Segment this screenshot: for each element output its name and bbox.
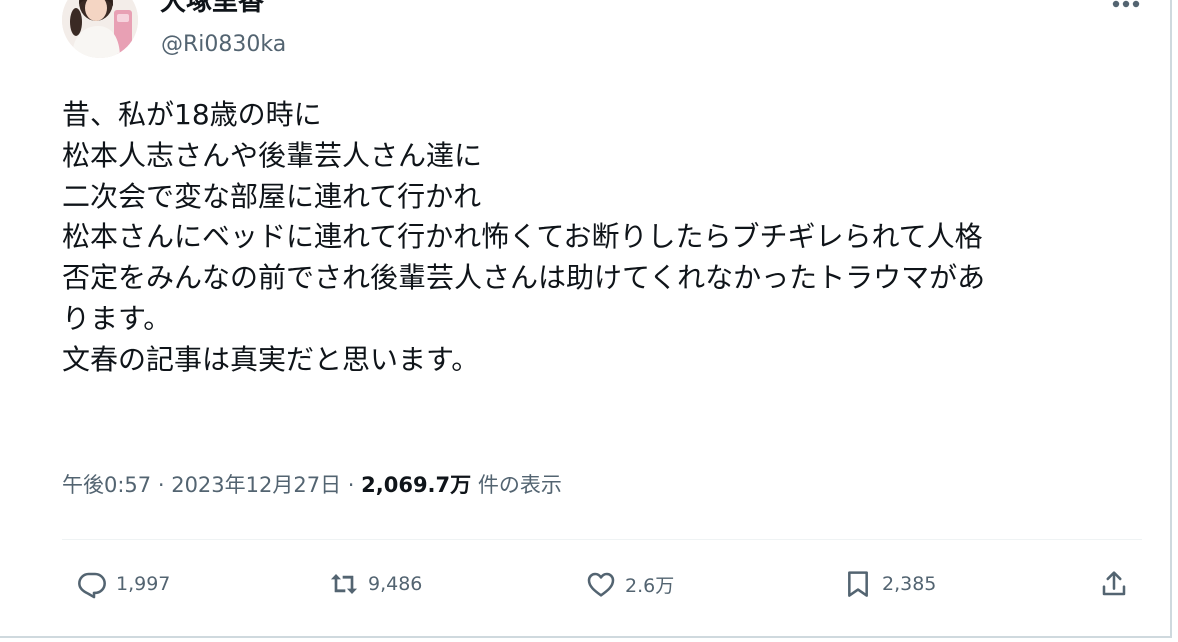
like-button[interactable]: 2.6万 [585, 566, 674, 602]
like-count: 2.6万 [625, 574, 675, 597]
reply-bubble-icon [78, 572, 106, 599]
tweet-meta: 午後0:57 · 2023年12月27日 · 2,069.7万 件の表示 [62, 470, 562, 500]
more-options-button[interactable] [1100, 0, 1150, 20]
bookmark-count: 2,385 [882, 573, 937, 595]
tweet-line: ります。 [62, 301, 172, 335]
retweet-arrows-icon [330, 574, 358, 594]
share-upload-icon [1102, 571, 1126, 596]
tweet-line: 否定をみんなの前でされ後輩芸人さんは助けてくれなかったトラウマがあ [62, 261, 986, 295]
tweet-line: 松本人志さんや後輩芸人さん達に [62, 138, 483, 172]
display-name[interactable]: 大塚里香 [160, 0, 264, 18]
user-handle[interactable]: @Ri0830ka [161, 31, 286, 59]
bookmark-button[interactable]: 2,385 [842, 566, 936, 602]
share-button[interactable] [1098, 566, 1130, 602]
bookmark-icon [848, 571, 868, 597]
views-label: 件の表示 [471, 473, 562, 497]
meta-separator: · [151, 473, 172, 497]
reply-count: 1,997 [116, 573, 171, 595]
tweet-line: 昔、私が18歳の時に [62, 98, 322, 131]
tweet-time[interactable]: 午後0:57 [62, 473, 151, 497]
avatar-photo [62, 0, 138, 58]
reply-button[interactable]: 1,997 [76, 566, 170, 602]
retweet-count: 9,486 [368, 573, 423, 595]
tweet-line: 文春の記事は真実だと思います。 [62, 342, 480, 376]
tweet-text: 昔、私が18歳の時に 松本人志さんや後輩芸人さん達に 二次会で変な部屋に連れて行… [62, 95, 1142, 381]
retweet-button[interactable]: 9,486 [328, 566, 422, 602]
more-dots-icon [1112, 0, 1140, 8]
tweet-line: 二次会で変な部屋に連れて行かれ [62, 179, 482, 213]
tweet-card: 大塚里香 @Ri0830ka 昔、私が18歳の時に 松本人志さんや後輩芸人さん達… [0, 0, 1172, 638]
tweet-line: 松本さんにベッドに連れて行かれ怖くてお断りしたらブチギレられて人格 [62, 220, 983, 254]
avatar[interactable] [62, 0, 138, 58]
heart-icon [587, 572, 615, 597]
meta-separator: · [341, 473, 362, 497]
views-count[interactable]: 2,069.7万 [361, 473, 471, 497]
divider [62, 539, 1142, 540]
tweet-date[interactable]: 2023年12月27日 [171, 473, 341, 497]
